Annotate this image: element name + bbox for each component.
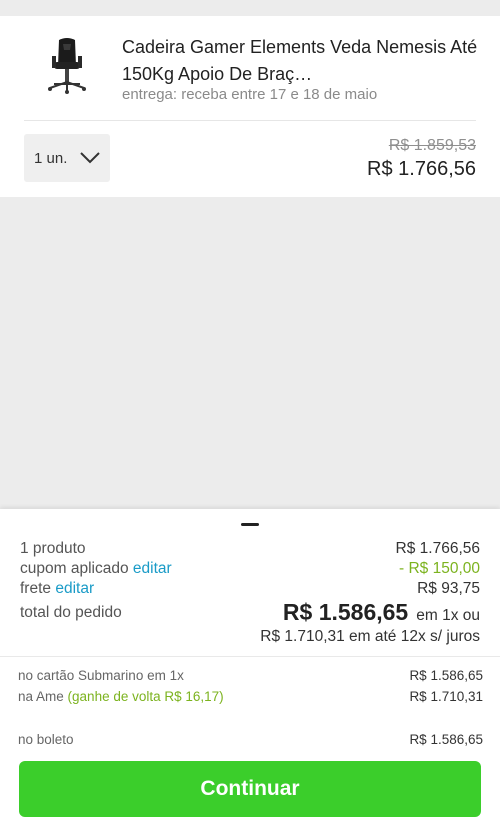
total-label: total do pedido — [20, 604, 122, 621]
shipping-label: frete — [20, 580, 52, 597]
payment-label: no boleto — [18, 732, 74, 747]
payment-value: R$ 1.586,65 — [409, 732, 483, 747]
delivery-estimate: entrega: receba entre 17 e 18 de maio — [122, 86, 378, 103]
order-summary-panel: 1 produto R$ 1.766,56 cupom aplicado edi… — [0, 509, 500, 835]
payment-option-card: no cartão Submarino em 1x R$ 1.586,65 — [18, 668, 483, 683]
cashback-text: (ganhe de volta R$ 16,17) — [67, 689, 224, 704]
original-price: R$ 1.859,53 — [388, 137, 476, 154]
shipping-row: frete editar R$ 93,75 — [20, 580, 480, 598]
coupon-edit-link[interactable]: editar — [133, 560, 172, 577]
divider — [24, 120, 476, 121]
payment-label: no cartão Submarino em 1x — [18, 668, 184, 683]
product-thumbnail[interactable] — [42, 36, 92, 96]
payment-label: na Ame — [18, 689, 64, 704]
divider — [0, 656, 500, 657]
total-line: R$ 1.586,65 em 1x ou — [283, 599, 480, 626]
coupon-discount: - R$ 150,00 — [399, 560, 480, 577]
cart-item-card: Cadeira Gamer Elements Veda Nemesis Até … — [0, 16, 500, 197]
order-total: R$ 1.586,65 — [282, 599, 409, 625]
coupon-label: cupom aplicado — [20, 560, 129, 577]
payment-value: R$ 1.586,65 — [409, 668, 483, 683]
quantity-value: 1 un. — [34, 149, 68, 167]
top-strip — [0, 0, 500, 16]
products-value: R$ 1.766,56 — [395, 540, 480, 557]
payment-value: R$ 1.710,31 — [409, 689, 483, 704]
chevron-down-icon — [80, 152, 101, 164]
payment-option-ame: na Ame (ganhe de volta R$ 16,17) R$ 1.71… — [18, 689, 483, 704]
installment-text: R$ 1.710,31 em até 12x s/ juros — [260, 628, 480, 645]
current-price: R$ 1.766,56 — [367, 158, 476, 180]
payment-option-boleto: no boleto R$ 1.586,65 — [18, 732, 483, 747]
shipping-value: R$ 93,75 — [417, 580, 480, 597]
coupon-row: cupom aplicado editar - R$ 150,00 — [20, 560, 480, 578]
quantity-select[interactable]: 1 un. — [24, 134, 110, 182]
products-row: 1 produto R$ 1.766,56 — [20, 540, 480, 558]
shipping-edit-link[interactable]: editar — [55, 580, 94, 597]
products-label: 1 produto — [20, 540, 86, 557]
total-suffix: em 1x ou — [416, 607, 480, 624]
continue-button[interactable]: Continuar — [19, 761, 481, 817]
product-title[interactable]: Cadeira Gamer Elements Veda Nemesis Até … — [122, 34, 482, 88]
drag-handle[interactable] — [241, 523, 259, 526]
